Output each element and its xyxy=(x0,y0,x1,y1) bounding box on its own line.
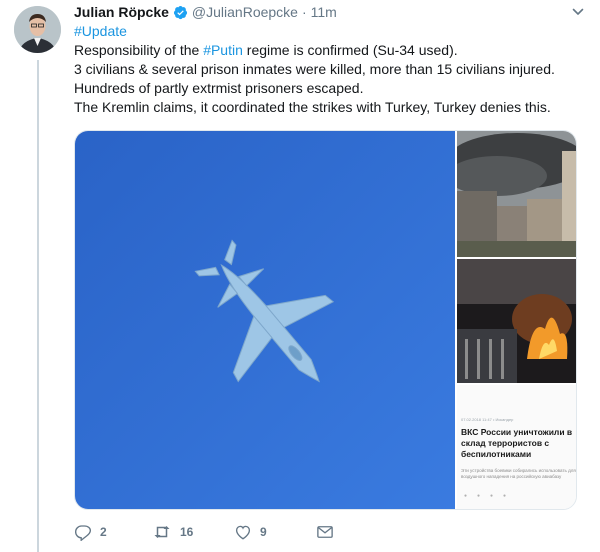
city-smoke-image xyxy=(457,131,576,257)
chevron-down-icon[interactable] xyxy=(572,6,584,18)
tweet-line-3: 3 civilians & several prison inmates wer… xyxy=(74,61,555,77)
like-button[interactable]: 9 xyxy=(234,523,267,541)
tweet-text: #Update Responsibility of the #Putin reg… xyxy=(74,22,594,117)
media-grid: 07.02.2018 11:47 • Искандер ВКС России у… xyxy=(74,130,577,510)
tweet-line-5: The Kremlin claims, it coordinated the s… xyxy=(74,99,551,115)
share-dot-icon: ● xyxy=(502,493,507,499)
retweet-button[interactable]: 16 xyxy=(152,523,193,541)
text-segment: regime is confirmed (Su-34 used). xyxy=(242,42,458,58)
share-dot-icon: ● xyxy=(489,493,494,499)
media-news-card[interactable]: 07.02.2018 11:47 • Искандер ВКС России у… xyxy=(457,385,576,509)
fire-image xyxy=(457,259,576,383)
share-dot-icon: ● xyxy=(463,493,468,499)
tweet-line-2: Responsibility of the #Putin regime is c… xyxy=(74,41,594,60)
reply-count: 2 xyxy=(100,525,107,539)
separator-dot: · xyxy=(301,4,307,20)
timestamp[interactable]: 11m xyxy=(311,4,337,20)
tweet-line-1: #Update xyxy=(74,22,594,41)
media-jet-photo[interactable] xyxy=(75,131,455,509)
media-fire-photo[interactable] xyxy=(457,259,576,383)
hashtag-update[interactable]: #Update xyxy=(74,23,127,39)
tweet-header: Julian Röpcke @JulianRoepcke · 11m xyxy=(74,2,337,22)
tweet-line-4: Hundreds of partly extrmist prisoners es… xyxy=(74,80,364,96)
user-handle[interactable]: @JulianRoepcke xyxy=(192,4,298,20)
media-smoke-photo[interactable] xyxy=(457,131,576,257)
thread-line xyxy=(37,60,39,552)
direct-message-button[interactable] xyxy=(316,523,334,541)
reply-icon xyxy=(74,525,92,541)
retweet-count: 16 xyxy=(180,525,194,539)
news-snippet: Эти устройства боевики собирались исполь… xyxy=(461,468,576,479)
news-share-row: ● ● ● ● xyxy=(461,493,509,499)
text-segment: Responsibility of the xyxy=(74,42,204,58)
display-name[interactable]: Julian Röpcke xyxy=(74,4,169,20)
news-headline: ВКС России уничтожили в склад террористо… xyxy=(461,427,573,459)
envelope-icon xyxy=(317,526,333,538)
like-count: 9 xyxy=(260,525,267,539)
retweet-icon xyxy=(154,526,170,538)
share-dot-icon: ● xyxy=(476,493,481,499)
hashtag-putin[interactable]: #Putin xyxy=(203,42,243,58)
news-meta: 07.02.2018 11:47 • Искандер xyxy=(461,417,514,422)
avatar[interactable] xyxy=(14,6,61,53)
reply-button[interactable]: 2 xyxy=(74,523,107,541)
verified-badge-icon xyxy=(173,5,187,19)
avatar-photo xyxy=(14,6,61,53)
fighter-jet-image xyxy=(75,131,455,509)
heart-icon xyxy=(235,525,251,540)
